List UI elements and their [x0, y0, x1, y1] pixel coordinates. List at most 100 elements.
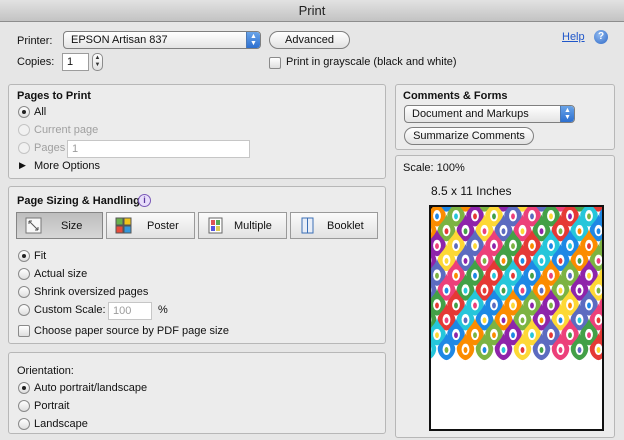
pattern-shape-dot — [596, 228, 601, 235]
pattern-shape-dot — [539, 228, 544, 235]
pages-current-radio[interactable] — [18, 124, 30, 136]
pattern-shape-dot — [473, 332, 477, 339]
printer-selected-value: EPSON Artisan 837 — [71, 34, 168, 46]
page-sizing-title: Page Sizing & Handling — [17, 195, 140, 207]
pages-range-radio[interactable] — [18, 142, 30, 154]
pages-current-label: Current page — [34, 124, 99, 136]
portrait-label: Portrait — [34, 400, 70, 412]
info-icon[interactable]: i — [138, 194, 151, 207]
custom-scale-field[interactable]: 100 — [108, 302, 152, 320]
pattern-shape-dot — [568, 302, 572, 309]
size-segment-button[interactable]: Size — [16, 212, 103, 239]
pattern-shape-dot — [539, 287, 544, 294]
pattern-shape-dot — [577, 317, 582, 324]
paper-source-label: Choose paper source by PDF page size — [34, 325, 230, 337]
pattern-shape-dot — [549, 213, 553, 220]
pattern-shape-dot — [520, 228, 525, 235]
window-title: Print — [0, 0, 624, 22]
scale-label: Scale: 100% — [403, 162, 465, 174]
actual-size-radio[interactable] — [18, 268, 30, 280]
question-mark-icon[interactable]: ? — [594, 30, 608, 44]
pattern-shape-dot — [558, 347, 563, 353]
pages-all-radio[interactable] — [18, 106, 30, 118]
more-options-label[interactable]: More Options — [34, 160, 100, 172]
custom-scale-radio[interactable] — [18, 304, 30, 316]
auto-orientation-label: Auto portrait/landscape — [34, 382, 148, 394]
pattern-shape-dot — [435, 272, 439, 279]
pattern-shape-dot — [463, 287, 468, 294]
pattern-shape-dot — [596, 287, 601, 294]
pattern-shape-dot — [482, 317, 487, 324]
advanced-button[interactable]: Advanced — [269, 31, 350, 49]
copies-stepper[interactable]: ▲ ▼ — [92, 53, 103, 71]
size-icon — [25, 217, 42, 234]
disclosure-triangle-icon[interactable]: ▶ — [19, 160, 26, 171]
pattern-shape-dot — [482, 228, 487, 235]
pattern-shape-dot — [473, 243, 477, 250]
help-link[interactable]: Help — [562, 31, 585, 43]
pattern-shape-dot — [435, 213, 439, 220]
auto-orientation-radio[interactable] — [18, 382, 30, 394]
pattern-shape-dot — [587, 272, 591, 279]
pattern-shape-dot — [501, 257, 506, 264]
pattern-shape-dot — [482, 287, 487, 294]
portrait-radio[interactable] — [18, 400, 30, 412]
preview-pattern-image — [431, 207, 602, 361]
pattern-shape-dot — [501, 228, 506, 235]
pattern-shape-dot — [587, 213, 591, 220]
pattern-shape-dot — [511, 272, 515, 279]
pattern-shape-dot — [587, 243, 591, 250]
pattern-shape-dot — [454, 243, 458, 250]
pattern-shape-dot — [520, 287, 525, 294]
pages-all-label: All — [34, 106, 47, 118]
landscape-label: Landscape — [34, 418, 88, 430]
pattern-shape-dot — [492, 272, 496, 279]
pattern-shape-dot — [596, 257, 601, 264]
booklet-segment-label: Booklet — [327, 220, 364, 232]
pattern-shape-dot — [587, 302, 591, 309]
printer-select[interactable]: EPSON Artisan 837 ▲ ▼ — [63, 31, 261, 49]
pattern-shape-dot — [530, 272, 534, 279]
paper-source-checkbox[interactable] — [18, 325, 30, 337]
pattern-shape-dot — [473, 302, 477, 309]
size-segment-label: Size — [61, 220, 83, 232]
custom-scale-label: Custom Scale: — [34, 304, 106, 316]
pattern-shape-dot — [454, 213, 458, 220]
pattern-shape-dot — [501, 347, 506, 353]
pattern-shape-dot — [435, 302, 439, 309]
pattern-shape-dot — [435, 243, 439, 250]
pattern-shape-dot — [549, 243, 553, 250]
shrink-radio[interactable] — [18, 286, 30, 298]
pattern-shape-dot — [530, 332, 534, 339]
poster-segment-button[interactable]: Poster — [106, 212, 195, 239]
popup-arrows-icon: ▲ ▼ — [560, 106, 574, 122]
pages-to-print-title: Pages to Print — [17, 90, 91, 102]
percent-label: % — [158, 304, 168, 316]
booklet-segment-button[interactable]: Booklet — [290, 212, 378, 239]
pattern-shape-dot — [568, 213, 572, 220]
pattern-shape-dot — [492, 213, 496, 220]
pattern-shape-dot — [492, 243, 496, 250]
pattern-shape-dot — [454, 332, 458, 339]
pages-range-field[interactable]: 1 — [67, 140, 250, 158]
fit-radio[interactable] — [18, 250, 30, 262]
actual-size-label: Actual size — [34, 268, 88, 280]
pattern-shape-dot — [444, 228, 449, 235]
pattern-shape-dot — [492, 302, 496, 309]
poster-segment-label: Poster — [147, 220, 179, 232]
comments-select[interactable]: Document and Markups ▲ ▼ — [404, 105, 575, 123]
landscape-radio[interactable] — [18, 418, 30, 430]
pattern-shape-dot — [473, 213, 477, 220]
paper-size-label: 8.5 x 11 Inches — [431, 184, 512, 198]
pattern-shape-dot — [558, 228, 563, 235]
summarize-comments-button[interactable]: Summarize Comments — [404, 127, 534, 145]
multiple-segment-button[interactable]: Multiple — [198, 212, 287, 239]
pattern-shape-dot — [511, 213, 515, 220]
pattern-shape-dot — [482, 257, 487, 264]
grayscale-checkbox[interactable] — [269, 57, 281, 69]
pattern-shape-dot — [530, 213, 534, 220]
pattern-shape-dot — [444, 347, 449, 353]
pattern-shape-dot — [454, 302, 458, 309]
pattern-shape-dot — [492, 332, 496, 339]
copies-field[interactable]: 1 — [62, 53, 89, 71]
